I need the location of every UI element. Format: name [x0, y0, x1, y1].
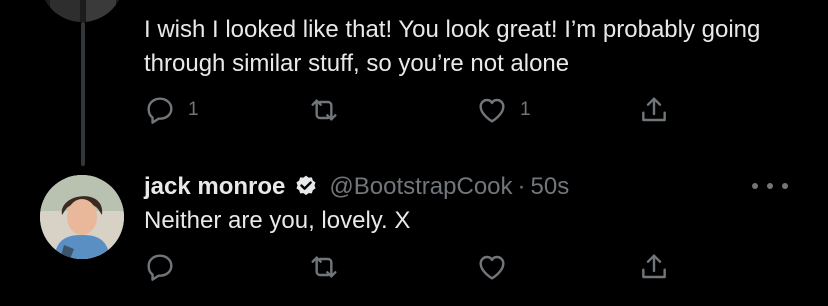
thread-line	[81, 22, 85, 166]
more-options-button[interactable]	[752, 176, 788, 196]
like-button[interactable]: 1	[476, 94, 531, 126]
previous-tweet-actions: 1 1	[144, 94, 684, 126]
retweet-button[interactable]	[308, 94, 340, 126]
previous-tweet-avatar[interactable]	[40, 0, 124, 22]
like-button[interactable]	[476, 251, 508, 283]
reply-icon	[147, 254, 173, 281]
more-options-icon-dot	[767, 183, 773, 189]
share-icon	[642, 254, 666, 279]
share-button[interactable]	[638, 94, 670, 126]
share-icon	[642, 97, 666, 122]
like-icon	[479, 255, 505, 280]
tweet-header: jack monroe @BootstrapCook · 50s	[144, 170, 569, 204]
reply-icon	[147, 97, 173, 124]
tweet-actions	[144, 251, 684, 283]
reply-count: 1	[188, 99, 199, 120]
author-avatar[interactable]	[40, 175, 124, 259]
like-count: 1	[520, 99, 531, 120]
author-handle[interactable]: @BootstrapCook	[329, 173, 512, 201]
more-options-icon-dot	[752, 183, 758, 189]
separator-dot: ·	[517, 173, 526, 200]
share-button[interactable]	[638, 251, 670, 283]
reply-button[interactable]	[144, 251, 176, 283]
reply-button[interactable]: 1	[144, 94, 199, 126]
retweet-button[interactable]	[308, 251, 340, 283]
retweet-icon	[311, 256, 337, 278]
like-icon	[479, 98, 505, 123]
verified-badge-icon	[296, 175, 316, 196]
tweet-text: Neither are you, lovely. X	[144, 207, 411, 234]
author-name[interactable]: jack monroe	[144, 173, 285, 201]
tweet-timestamp[interactable]: 50s	[531, 173, 570, 201]
previous-tweet-text: I wish I looked like that! You look grea…	[144, 16, 761, 77]
more-options-icon-dot	[782, 183, 788, 189]
retweet-icon	[311, 99, 337, 121]
